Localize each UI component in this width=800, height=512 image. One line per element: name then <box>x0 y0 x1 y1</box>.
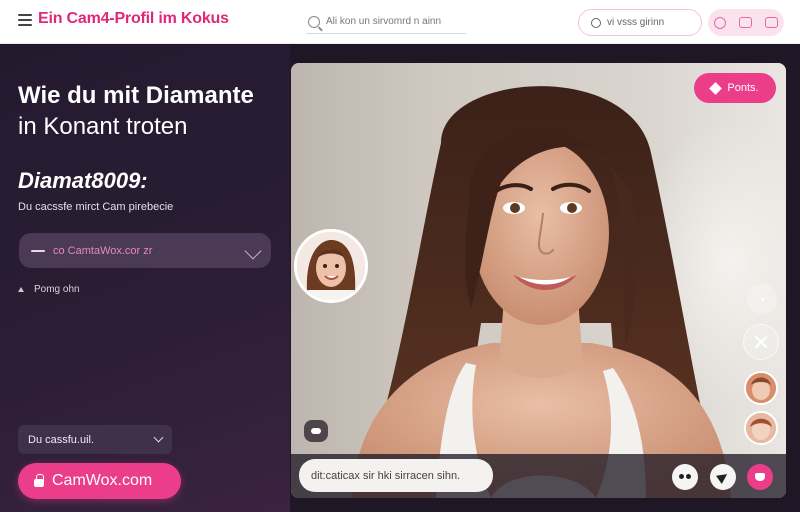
cta-button[interactable]: CamWox.com <box>18 463 181 499</box>
clock-icon <box>591 17 601 28</box>
camera-toggle-button[interactable] <box>304 420 328 442</box>
top-pill-button[interactable]: vi vsss girinn <box>578 9 702 36</box>
username-heading: Diamat8009: <box>18 168 148 193</box>
url-field-value: co CamtaWox.cor zr <box>53 244 153 257</box>
more-options-button[interactable] <box>747 284 777 314</box>
send-button[interactable] <box>710 464 736 490</box>
cta-label: CamWox.com <box>52 472 153 489</box>
search-placeholder: Ali kon un sirvomrd n ainn <box>326 16 442 27</box>
select-dropdown[interactable]: Du cassfu.uil. <box>18 425 172 454</box>
chat-input[interactable]: dit:caticax sir hki sirracen sihn. <box>299 459 493 492</box>
side-avatar-1[interactable] <box>744 371 778 405</box>
video-stage[interactable]: Ponts. dit:caticax sir hki sirracen sihn… <box>291 63 786 498</box>
lock-icon <box>34 474 44 487</box>
top-actions <box>708 9 784 36</box>
headline-line-2: in Konant troten <box>18 113 188 140</box>
dot-icon <box>760 297 764 301</box>
small-link-label: Pomg ohn <box>34 284 80 295</box>
url-field[interactable]: co CamtaWox.cor zr <box>19 233 271 268</box>
chevron-down-icon <box>153 432 164 443</box>
hero-headline: Wie du mit Diamante in Konant troten <box>18 80 283 142</box>
grid-icon[interactable] <box>764 17 778 28</box>
headline-line-1: Wie du mit Diamante <box>18 82 254 109</box>
search-icon <box>308 15 320 28</box>
avatar[interactable] <box>294 229 368 303</box>
heart-icon[interactable] <box>244 242 262 259</box>
emoji-button[interactable] <box>672 464 698 490</box>
chat-bar: dit:caticax sir hki sirracen sihn. <box>291 454 786 498</box>
link-icon <box>31 249 45 252</box>
send-icon <box>716 470 730 484</box>
heart-icon <box>755 473 765 481</box>
top-bar: Ein Cam4-Profil im Kokus Ali kon un sirv… <box>0 0 800 44</box>
top-pill-label: vi vsss girinn <box>607 17 665 28</box>
avatar-image <box>297 232 365 300</box>
like-button[interactable] <box>747 464 773 490</box>
diamond-icon <box>709 81 723 95</box>
message-icon[interactable] <box>738 17 752 28</box>
portrait-image <box>351 86 731 498</box>
side-avatar-image <box>746 413 776 443</box>
small-link[interactable]: Pomg ohn <box>18 284 80 295</box>
side-avatar-2[interactable] <box>744 411 778 445</box>
points-label: Ponts. <box>727 82 759 94</box>
side-avatar-image <box>746 373 776 403</box>
caret-up-icon <box>18 287 24 292</box>
hamburger-menu-icon[interactable] <box>18 14 32 26</box>
page-title: Ein Cam4-Profil im Kokus <box>38 10 229 27</box>
cloud-icon <box>311 428 321 434</box>
hero-subline: Du cacssfe mirct Cam pirebecie <box>18 201 174 213</box>
select-value: Du cassfu.uil. <box>28 433 95 446</box>
points-button[interactable]: Ponts. <box>694 73 776 103</box>
emoji-icon <box>679 474 691 480</box>
close-icon <box>754 335 768 349</box>
close-button[interactable] <box>743 324 779 360</box>
profile-icon[interactable] <box>714 16 727 29</box>
search-field[interactable]: Ali kon un sirvomrd n ainn <box>306 10 466 34</box>
